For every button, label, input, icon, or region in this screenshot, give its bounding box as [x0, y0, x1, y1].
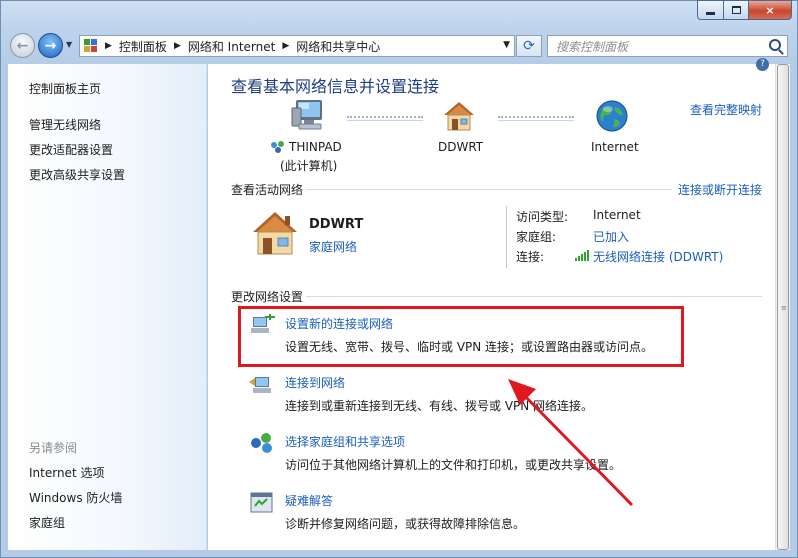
computer-subtitle: (此计算机) [280, 159, 338, 173]
search-icon[interactable] [769, 39, 781, 51]
sidebar-item-control-panel-home[interactable]: 控制面板主页 [29, 80, 101, 97]
internet-globe-icon[interactable] [595, 99, 629, 133]
address-dropdown-icon[interactable]: ▼ [503, 40, 510, 50]
page-title: 查看基本网络信息并设置连接 [231, 77, 440, 96]
homegroup-label: 家庭组: [516, 230, 557, 244]
computer-name: THINPAD [289, 140, 342, 154]
sidebar-item-internet-options[interactable]: Internet 选项 [29, 464, 104, 481]
connect-disconnect-link[interactable]: 连接或断开连接 [678, 181, 762, 198]
scroll-thumb[interactable]: ≡ [777, 64, 789, 550]
grip-icon: ≡ [781, 304, 787, 312]
section-divider [506, 206, 507, 268]
change-settings-heading: 更改网络设置 [231, 290, 304, 304]
task-connect-network-link[interactable]: 连接到网络 [285, 374, 345, 391]
router-name: DDWRT [438, 140, 484, 154]
window-controls: × [697, 0, 792, 20]
help-icon[interactable]: ? [756, 58, 769, 71]
router-house-icon[interactable] [442, 100, 476, 132]
access-type-label: 访问类型: [516, 210, 569, 224]
address-bar[interactable]: ▶ 控制面板 ▶ 网络和 Internet ▶ 网络和共享中心 ▼ [79, 35, 515, 57]
see-also-heading: 另请参阅 [29, 441, 78, 455]
forward-button[interactable]: → [38, 33, 63, 58]
breadcrumb-network-sharing-center[interactable]: 网络和共享中心 [296, 38, 380, 55]
highlight-box [238, 306, 684, 367]
sidebar-item-advanced-sharing[interactable]: 更改高级共享设置 [29, 166, 125, 183]
refresh-button[interactable]: ⟳ [516, 35, 542, 57]
close-icon: × [765, 3, 775, 17]
back-button[interactable]: ← [10, 33, 35, 58]
minimize-button[interactable] [697, 0, 723, 20]
chevron-right-icon[interactable]: ▶ [282, 41, 289, 51]
map-connection-line [498, 116, 574, 121]
view-full-map-link[interactable]: 查看完整映射 [690, 101, 762, 118]
homegroup-sharing-icon [251, 433, 272, 453]
homegroup-joined-link[interactable]: 已加入 [593, 228, 629, 245]
vertical-scrollbar[interactable]: ≡ [775, 64, 790, 550]
internet-label: Internet [591, 140, 639, 154]
refresh-icon: ⟳ [523, 38, 535, 54]
search-placeholder: 搜索控制面板 [556, 39, 629, 54]
chevron-right-icon[interactable]: ▶ [174, 41, 181, 51]
sidebar-item-windows-firewall[interactable]: Windows 防火墙 [29, 489, 122, 506]
network-type-link[interactable]: 家庭网络 [309, 238, 357, 255]
homegroup-badge-icon [271, 141, 284, 153]
forward-arrow-icon: → [44, 37, 57, 54]
connect-network-icon [249, 377, 271, 393]
breadcrumb-network-internet[interactable]: 网络和 Internet [188, 38, 275, 55]
access-type-value: Internet [593, 208, 641, 222]
section-divider [306, 189, 672, 190]
control-panel-icon [84, 39, 98, 53]
sidebar-item-adapter-settings[interactable]: 更改适配器设置 [29, 141, 113, 158]
map-connection-line [347, 116, 423, 121]
wireless-signal-icon [575, 250, 589, 261]
search-input[interactable]: 搜索控制面板 [547, 35, 788, 57]
breadcrumb-control-panel[interactable]: 控制面板 [119, 38, 167, 55]
maximize-icon [731, 6, 741, 14]
connection-label: 连接: [516, 250, 545, 264]
home-network-icon [253, 212, 297, 255]
wireless-connection-link[interactable]: 无线网络连接 (DDWRT) [593, 248, 723, 265]
computer-icon[interactable] [290, 98, 326, 134]
back-arrow-icon: ← [16, 37, 29, 54]
task-troubleshoot-link[interactable]: 疑难解答 [285, 492, 333, 509]
troubleshoot-icon [250, 492, 273, 513]
recent-pages-dropdown[interactable]: ▼ [66, 40, 72, 49]
active-networks-heading: 查看活动网络 [231, 183, 304, 197]
chevron-right-icon[interactable]: ▶ [105, 41, 112, 51]
close-button[interactable]: × [748, 0, 792, 20]
sidebar-item-homegroup[interactable]: 家庭组 [29, 514, 65, 531]
section-divider [306, 296, 762, 297]
network-name: DDWRT [309, 217, 364, 232]
sidebar-item-manage-wireless[interactable]: 管理无线网络 [29, 116, 101, 133]
minimize-icon [706, 11, 715, 15]
task-homegroup-link[interactable]: 选择家庭组和共享选项 [285, 433, 405, 450]
task-troubleshoot-desc: 诊断并修复网络问题，或获得故障排除信息。 [285, 517, 526, 531]
red-arrow-annotation [508, 379, 634, 507]
maximize-button[interactable] [723, 0, 748, 20]
